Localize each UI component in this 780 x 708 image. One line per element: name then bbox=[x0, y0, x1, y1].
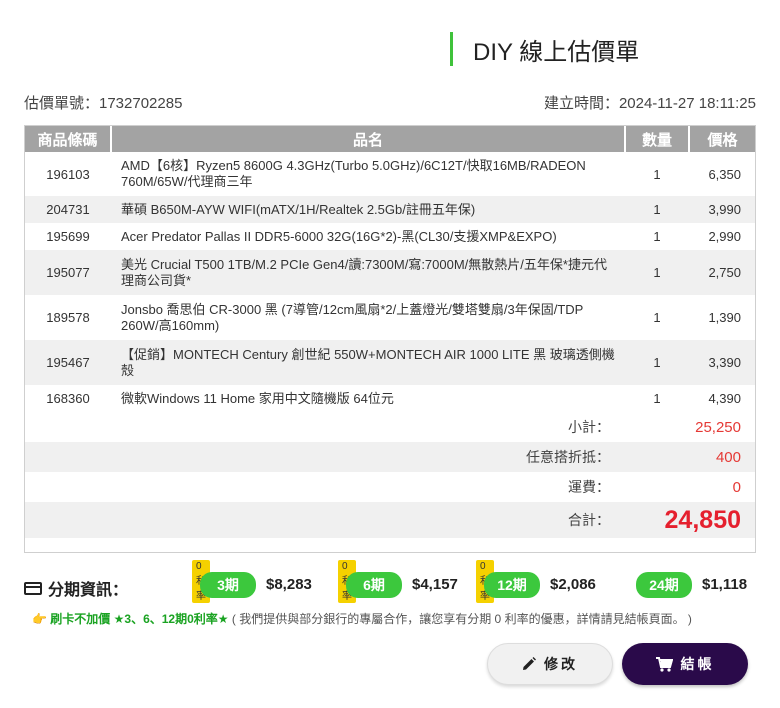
quote-table-box: 商品條碼 品名 數量 價格 196103 AMD【6核】Ryzen5 8600G… bbox=[24, 125, 756, 553]
installment-amount: $1,118 bbox=[702, 576, 748, 593]
table-row: 196103 AMD【6核】Ryzen5 8600G 4.3GHz(Turbo … bbox=[25, 152, 755, 196]
shipping-value: 0 bbox=[732, 478, 741, 496]
edit-button[interactable]: 修改 bbox=[487, 643, 613, 685]
shipping-row: 運費： 0 bbox=[25, 472, 755, 502]
product-qty: 1 bbox=[653, 166, 661, 182]
installment-period: 6期 bbox=[346, 572, 402, 598]
quote-meta: 估價單號：1732702285 建立時間：2024-11-27 18:11:25 bbox=[24, 92, 756, 114]
product-qty: 1 bbox=[653, 391, 661, 406]
installment-title: 分期資訊： bbox=[24, 576, 128, 600]
product-qty: 1 bbox=[653, 355, 661, 370]
product-name: 微軟Windows 11 Home 家用中文隨機版 64位元 bbox=[121, 390, 394, 406]
discount-row: 任意搭折抵： 400 bbox=[25, 442, 755, 472]
column-header-qty: 數量 bbox=[625, 126, 690, 152]
product-code: 168360 bbox=[46, 391, 90, 406]
product-price: 3,990 bbox=[708, 202, 741, 217]
edit-button-label: 修改 bbox=[544, 656, 578, 672]
installment-amount: $4,157 bbox=[412, 576, 458, 593]
product-price: 4,390 bbox=[708, 391, 741, 406]
quote-number: 估價單號：1732702285 bbox=[24, 95, 183, 112]
product-price: 6,350 bbox=[708, 166, 741, 182]
installment-title-text: 分期資訊： bbox=[48, 582, 129, 599]
product-qty: 1 bbox=[653, 265, 661, 280]
pencil-icon bbox=[523, 657, 536, 670]
product-qty: 1 bbox=[653, 202, 661, 217]
created-time: 建立時間：2024-11-27 18:11:25 bbox=[543, 95, 756, 112]
table-row: 168360 微軟Windows 11 Home 家用中文隨機版 64位元 1 … bbox=[25, 385, 755, 412]
total-label: 合計： bbox=[568, 512, 610, 528]
credit-card-icon bbox=[24, 581, 42, 595]
installment-period: 12期 bbox=[484, 572, 540, 598]
promo-description: ( 我們提供與部分銀行的專屬合作，讓您享有分期 0 利率的優惠，詳情請見結帳頁面… bbox=[231, 612, 692, 626]
product-code: 189578 bbox=[46, 310, 90, 325]
table-row: 189578 Jonsbo 喬思伯 CR-3000 黑 (7導管/12cm風扇*… bbox=[25, 295, 755, 340]
product-code: 195699 bbox=[46, 229, 90, 244]
total-row: 合計： 24,850 bbox=[25, 502, 755, 538]
product-code: 196103 bbox=[46, 166, 90, 182]
subtotal-row: 小計： 25,250 bbox=[25, 412, 755, 442]
checkout-button[interactable]: 結帳 bbox=[622, 643, 748, 685]
installment-amount: $2,086 bbox=[550, 576, 596, 593]
product-code: 204731 bbox=[46, 202, 90, 217]
column-header-price: 價格 bbox=[689, 126, 755, 152]
page-title: DIY 線上估價單 bbox=[473, 38, 640, 66]
installment-period: 3期 bbox=[200, 572, 256, 598]
table-row: 195699 Acer Predator Pallas II DDR5-6000… bbox=[25, 223, 755, 250]
promo-zero-interest: ★3、6、12期0利率★ bbox=[113, 612, 229, 626]
product-name: 美光 Crucial T500 1TB/M.2 PCIe Gen4/讀:7300… bbox=[121, 256, 607, 288]
pointing-hand-icon: 👉 bbox=[32, 612, 47, 626]
product-code: 195077 bbox=[46, 265, 90, 280]
installment-info: 分期資訊： 0利率 3期 $8,283 0利率 6期 $4,157 0利率 12… bbox=[24, 560, 764, 603]
subtotal-label: 小計： bbox=[568, 419, 610, 435]
discount-value: 400 bbox=[715, 448, 741, 466]
installment-amount: $8,283 bbox=[266, 576, 312, 593]
checkout-button-label: 結帳 bbox=[680, 656, 715, 672]
subtotal-value: 25,250 bbox=[695, 418, 741, 436]
product-name: 【促銷】MONTECH Century 創世紀 550W+MONTECH AIR… bbox=[121, 346, 615, 378]
cart-icon bbox=[655, 656, 673, 672]
product-name: Jonsbo 喬思伯 CR-3000 黑 (7導管/12cm風扇*2/上蓋燈光/… bbox=[121, 301, 584, 333]
quote-table: 商品條碼 品名 數量 價格 196103 AMD【6核】Ryzen5 8600G… bbox=[25, 126, 755, 412]
product-price: 2,750 bbox=[708, 265, 741, 280]
product-qty: 1 bbox=[653, 310, 661, 325]
shipping-label: 運費： bbox=[568, 479, 610, 495]
table-row: 204731 華碩 B650M-AYW WIFI(mATX/1H/Realtek… bbox=[25, 196, 755, 223]
discount-label: 任意搭折抵： bbox=[526, 449, 610, 465]
column-header-name: 品名 bbox=[111, 126, 626, 152]
product-qty: 1 bbox=[653, 229, 661, 244]
product-name: AMD【6核】Ryzen5 8600G 4.3GHz(Turbo 5.0GHz)… bbox=[121, 158, 586, 189]
product-price: 3,390 bbox=[708, 355, 741, 370]
product-name: Acer Predator Pallas II DDR5-6000 32G(16… bbox=[121, 228, 557, 244]
promo-note: 👉 刷卡不加價 ★3、6、12期0利率★ ( 我們提供與部分銀行的專屬合作，讓您… bbox=[32, 610, 692, 627]
total-value: 24,850 bbox=[664, 505, 741, 534]
page-header: DIY 線上估價單 bbox=[450, 32, 639, 66]
table-header-row: 商品條碼 品名 數量 價格 bbox=[25, 126, 755, 152]
product-price: 1,390 bbox=[708, 310, 741, 325]
title-accent-bar bbox=[450, 32, 453, 66]
table-row: 195467 【促銷】MONTECH Century 創世紀 550W+MONT… bbox=[25, 340, 755, 385]
product-code: 195467 bbox=[46, 355, 90, 370]
column-header-code: 商品條碼 bbox=[25, 126, 112, 152]
product-price: 2,990 bbox=[708, 229, 741, 244]
installment-period: 24期 bbox=[636, 572, 692, 598]
product-name: 華碩 B650M-AYW WIFI(mATX/1H/Realtek 2.5Gb/… bbox=[121, 201, 476, 217]
table-row: 195077 美光 Crucial T500 1TB/M.2 PCIe Gen4… bbox=[25, 250, 755, 295]
promo-no-surcharge: 刷卡不加價 bbox=[50, 612, 111, 626]
